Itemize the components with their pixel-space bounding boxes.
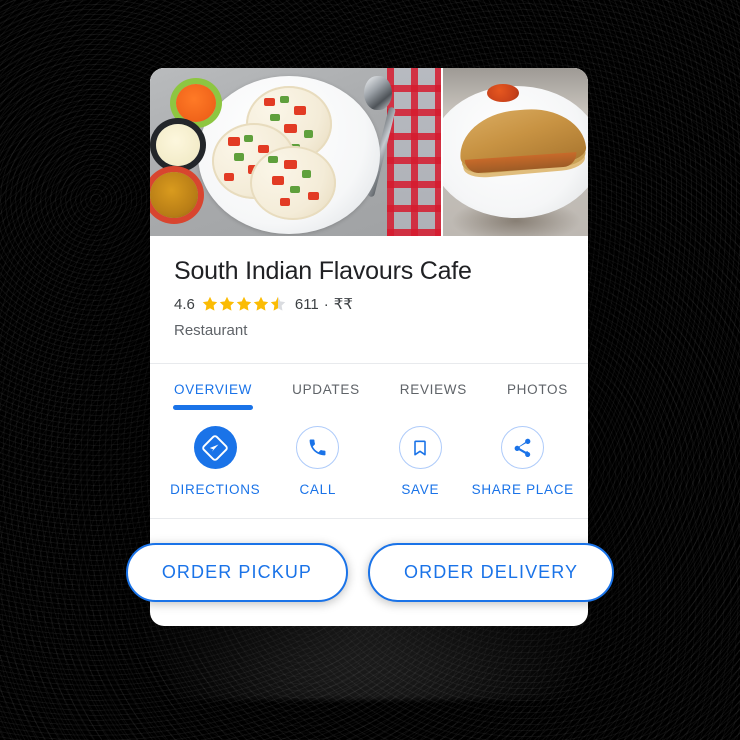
tab-reviews[interactable]: REVIEWS (400, 382, 467, 397)
action-row: DIRECTIONS CALL SAVE SHARE PLACE (150, 426, 588, 497)
red-chutney-bowl (176, 84, 216, 122)
save-action[interactable]: SAVE (372, 426, 468, 497)
dosa-plate-photo[interactable] (443, 68, 588, 236)
chutney-powder (487, 84, 519, 102)
tab-bar: OVERVIEW UPDATES REVIEWS PHOTOS (150, 364, 588, 414)
bookmark-icon (398, 426, 442, 469)
tab-overview[interactable]: OVERVIEW (172, 382, 254, 410)
meta-separator: · (323, 295, 329, 313)
order-pickup-button[interactable]: ORDER PICKUP (125, 543, 349, 602)
tab-photos[interactable]: PHOTOS (507, 382, 568, 397)
phone-icon (296, 426, 340, 469)
place-category: Restaurant (174, 322, 248, 339)
price-level: ₹₹ (333, 296, 353, 313)
spoon-bowl (364, 76, 392, 110)
uttapam-plate-photo[interactable] (150, 68, 441, 236)
save-label: SAVE (401, 482, 440, 497)
place-info: South Indian Flavours Cafe 4.6 611 · ₹₹ … (150, 236, 588, 339)
directions-icon (193, 426, 237, 469)
directions-action[interactable]: DIRECTIONS (167, 426, 263, 497)
share-label: SHARE PLACE (471, 482, 574, 497)
share-icon (501, 426, 545, 469)
uttapam-3 (250, 146, 336, 220)
checked-napkin (387, 68, 441, 236)
tab-updates[interactable]: UPDATES (292, 382, 360, 397)
page-background: South Indian Flavours Cafe 4.6 611 · ₹₹ … (0, 0, 740, 740)
sambar-bowl (150, 172, 198, 218)
coconut-chutney-bowl (156, 124, 200, 166)
call-action[interactable]: CALL (270, 426, 366, 497)
share-action[interactable]: SHARE PLACE (471, 426, 574, 497)
rating-row[interactable]: 4.6 611 · ₹₹ (174, 295, 564, 314)
directions-label: DIRECTIONS (170, 482, 261, 497)
call-label: CALL (299, 482, 337, 497)
page-title: South Indian Flavours Cafe (174, 257, 472, 285)
photo-strip (150, 68, 588, 236)
divider-below-actions (150, 518, 588, 519)
star-rating (202, 296, 288, 312)
rating-value: 4.6 (174, 295, 195, 313)
order-button-bar: ORDER PICKUP ORDER DELIVERY (0, 543, 740, 602)
review-count: 611 (294, 295, 319, 313)
order-delivery-button[interactable]: ORDER DELIVERY (368, 543, 615, 602)
